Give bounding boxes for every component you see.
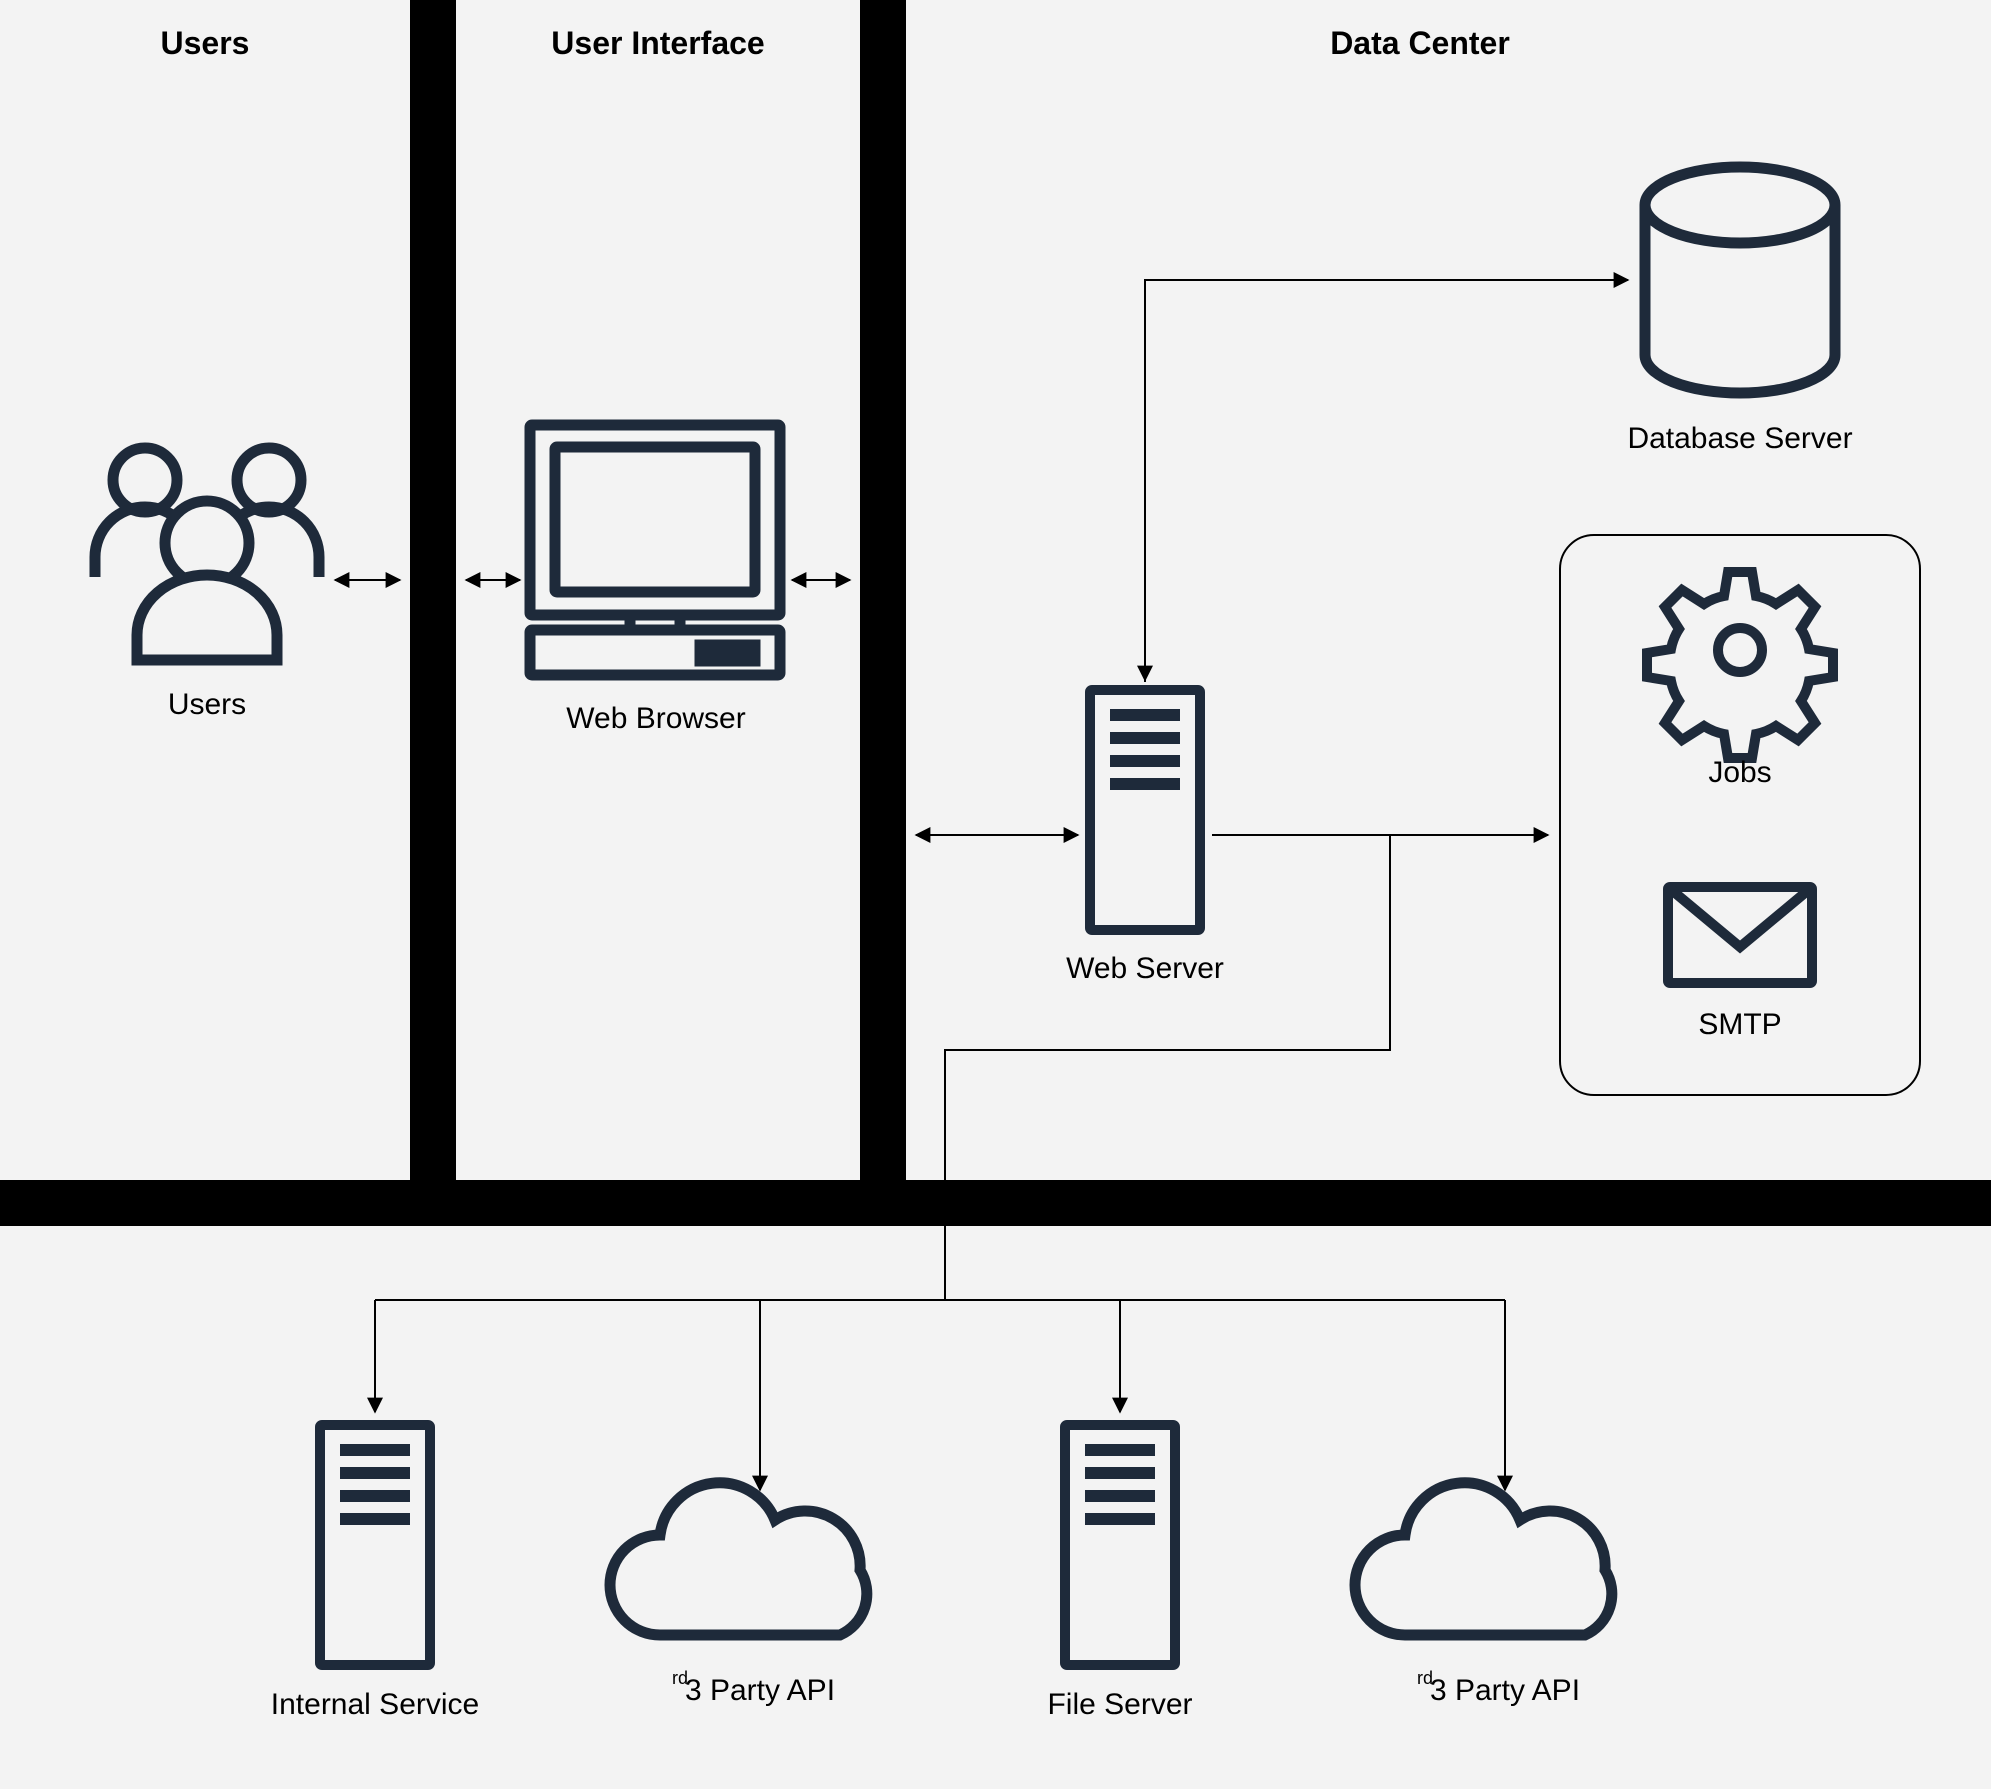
jobs-label: Jobs xyxy=(1708,756,1771,789)
third-party-api-sup-1: rd xyxy=(672,1668,688,1688)
divider-vertical-1 xyxy=(410,0,456,1180)
third-party-api-label-2: 3 Party API xyxy=(1430,1674,1580,1707)
smtp-label: SMTP xyxy=(1698,1008,1781,1041)
header-ui: User Interface xyxy=(551,25,764,61)
web-browser-label: Web Browser xyxy=(566,702,746,735)
third-party-api-sup-2: rd xyxy=(1417,1668,1433,1688)
header-users: Users xyxy=(161,25,250,61)
web-server-label: Web Server xyxy=(1066,952,1224,985)
architecture-diagram: Users User Interface Data Center Users xyxy=(0,0,1991,1789)
divider-horizontal xyxy=(0,1180,1991,1226)
internal-service-label: Internal Service xyxy=(271,1688,479,1721)
file-server-label: File Server xyxy=(1047,1688,1192,1721)
third-party-api-label-1: 3 Party API xyxy=(685,1674,835,1707)
header-datacenter: Data Center xyxy=(1330,25,1510,61)
divider-vertical-2 xyxy=(860,0,906,1180)
database-server-label: Database Server xyxy=(1627,422,1852,455)
users-label: Users xyxy=(168,688,246,721)
canvas-bg xyxy=(0,0,1991,1789)
